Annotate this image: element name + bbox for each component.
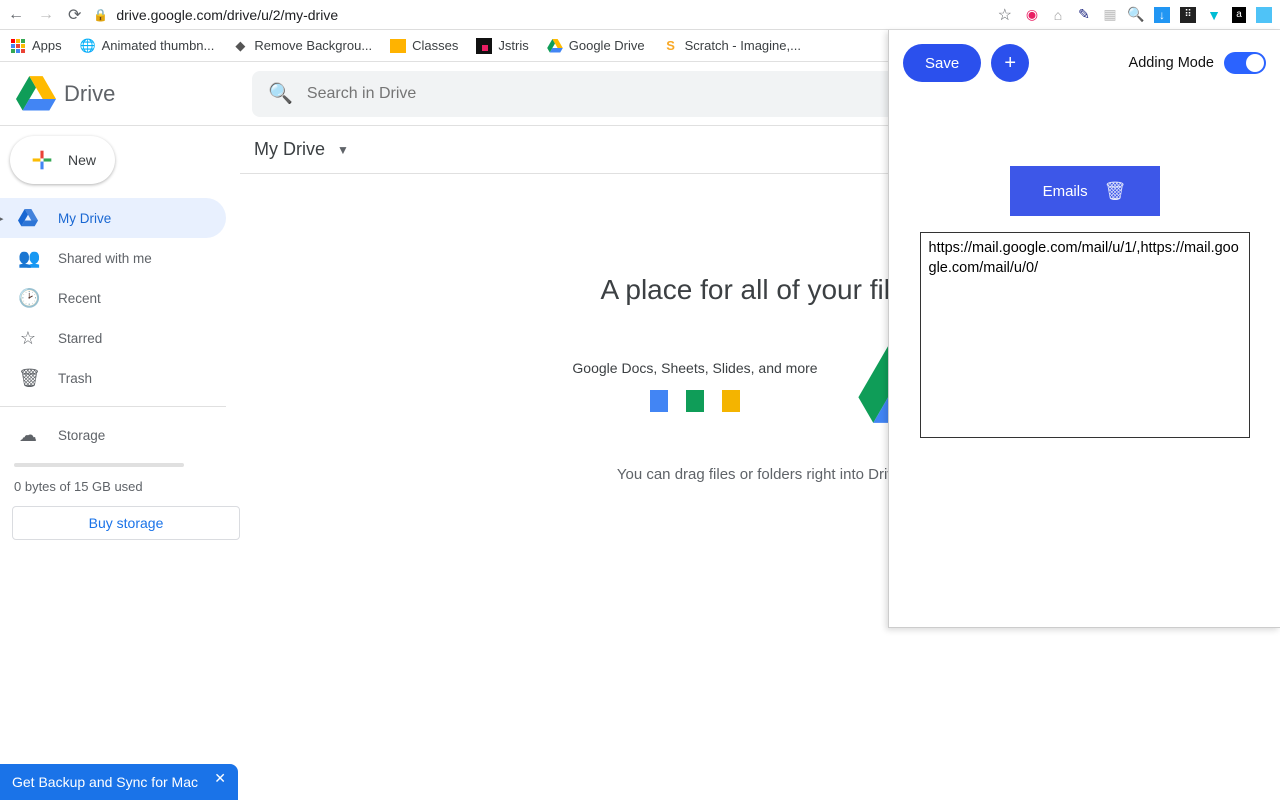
breadcrumb-title[interactable]: My Drive [254,139,325,160]
reload-button[interactable]: ⟳ [68,5,81,25]
search-bar[interactable]: 🔍 [252,71,972,117]
ext-icon-3[interactable]: ✎ [1076,7,1092,23]
jstris-icon [476,38,492,54]
extension-icons: ◉ ⌂ ✎ ▦ 🔍 ↓ ⠿ ▼ a [1024,7,1272,23]
sidebar-item-mydrive[interactable]: ▸ My Drive [0,198,226,238]
slides-icon [722,390,740,412]
ext-icon-10[interactable] [1256,7,1272,23]
ext-icon-4[interactable]: ▦ [1102,7,1118,23]
sidebar-item-starred[interactable]: ☆ Starred [0,318,226,358]
url-text-content: https://mail.google.com/mail/u/1/,https:… [929,240,1239,276]
breadcrumb-dropdown-icon[interactable]: ▼ [333,139,353,161]
plus-icon [28,146,56,174]
apps-icon [10,38,26,54]
bookmark-removebg[interactable]: ◆ Remove Backgrou... [232,38,372,54]
drive-logo-text: Drive [64,81,115,107]
docs-icon [650,390,668,412]
shared-icon: 👥 [18,248,38,269]
search-input[interactable] [307,85,956,103]
cloud-icon: ☁ [18,425,38,446]
extension-popup: Save + Adding Mode Emails 🗑 https://mail… [888,30,1280,628]
ext-icon-6[interactable]: ↓ [1154,7,1170,23]
mode-toggle[interactable] [1224,52,1266,74]
bookmark-scratch[interactable]: S Scratch - Imagine,... [663,38,801,54]
apps-caption: Google Docs, Sheets, Slides, and more [572,360,817,376]
sidebar-item-trash[interactable]: 🗑 Trash [0,358,226,398]
mydrive-icon [18,209,38,227]
snackbar-text: Get Backup and Sync for Mac [12,774,198,790]
classroom-icon [390,39,406,53]
buy-storage-button[interactable]: Buy storage [12,506,240,540]
globe-icon: 🌐 [80,38,96,54]
expand-icon[interactable]: ▸ [0,212,4,225]
scratch-icon: S [663,38,679,54]
drag-hint: You can drag files or folders right into… [617,466,903,483]
drive-logo-icon [16,76,56,112]
sidebar-item-storage[interactable]: ☁ Storage [0,415,226,455]
add-button[interactable]: + [991,44,1029,82]
ext-icon-8[interactable]: ▼ [1206,7,1222,23]
star-icon: ☆ [18,328,38,349]
sidebar: New ▸ My Drive 👥 Shared with me 🕑 Recent… [0,126,240,800]
ext-icon-9[interactable]: a [1232,7,1246,23]
ext-icon-7[interactable]: ⠿ [1180,7,1196,23]
bookmark-apps[interactable]: Apps [10,38,62,54]
url-text: drive.google.com/drive/u/2/my-drive [116,7,338,23]
group-button[interactable]: Emails 🗑 [1010,166,1160,216]
group-label: Emails [1043,183,1088,200]
delete-icon[interactable]: 🗑 [1104,181,1127,202]
snackbar-close-icon[interactable]: ✕ [214,770,226,787]
sheets-icon [686,390,704,412]
bookmark-star-icon[interactable]: ☆ [998,5,1012,25]
back-button[interactable]: ← [8,6,24,24]
mode-label: Adding Mode [1129,55,1214,71]
empty-heading: A place for all of your files [600,274,919,306]
storage-meter [14,463,184,467]
snackbar[interactable]: Get Backup and Sync for Mac ✕ [0,764,238,800]
sidebar-item-recent[interactable]: 🕑 Recent [0,278,226,318]
save-button[interactable]: Save [903,44,981,82]
bookmark-classes[interactable]: Classes [390,38,458,53]
sidebar-item-shared[interactable]: 👥 Shared with me [0,238,226,278]
recent-icon: 🕑 [18,288,38,309]
ext-icon-1[interactable]: ◉ [1024,7,1040,23]
drive-logo[interactable]: Drive [16,76,236,112]
forward-button[interactable]: → [38,6,54,24]
browser-toolbar: ← → ⟳ 🔒 drive.google.com/drive/u/2/my-dr… [0,0,1280,30]
url-textarea[interactable]: https://mail.google.com/mail/u/1/,https:… [920,232,1250,438]
bookmark-drive[interactable]: Google Drive [547,38,645,54]
bookmark-jstris[interactable]: Jstris [476,38,528,54]
drive-icon [547,38,563,54]
address-bar[interactable]: 🔒 drive.google.com/drive/u/2/my-drive [93,7,985,23]
storage-text: 0 bytes of 15 GB used [0,475,240,506]
trash-icon: 🗑 [18,368,38,389]
lock-icon: 🔒 [93,8,108,22]
diamond-icon: ◆ [232,38,248,54]
ext-icon-2[interactable]: ⌂ [1050,7,1066,23]
search-icon: 🔍 [268,81,293,106]
new-button[interactable]: New [10,136,115,184]
ext-icon-5[interactable]: 🔍 [1128,7,1144,23]
bookmark-animated[interactable]: 🌐 Animated thumbn... [80,38,215,54]
